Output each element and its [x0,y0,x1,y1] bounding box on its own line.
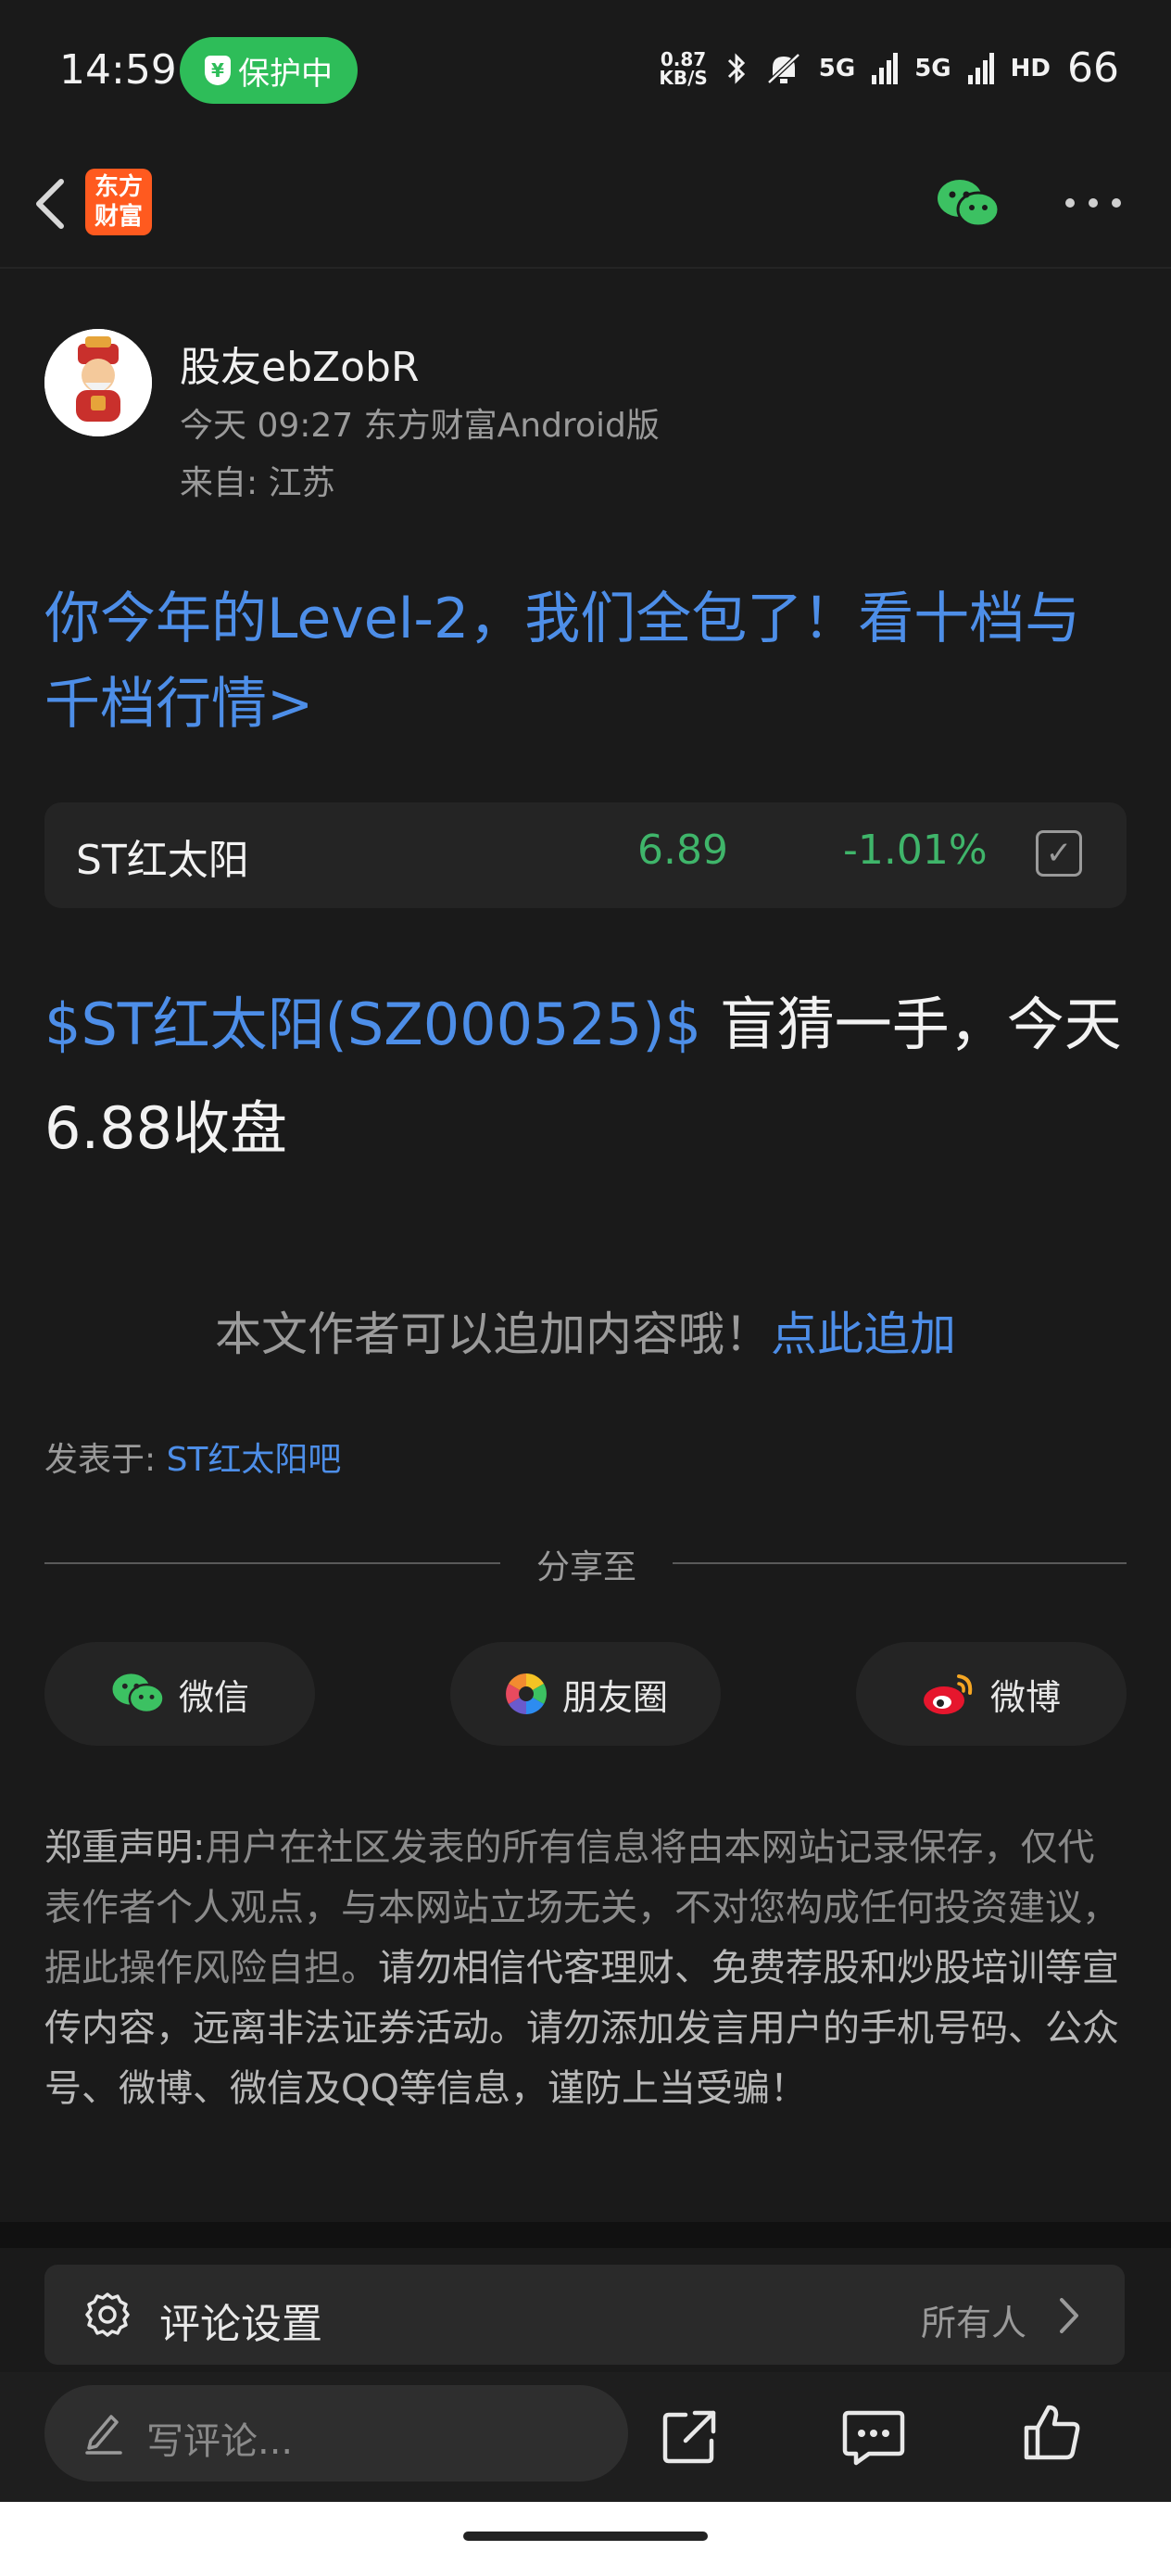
share-divider-right [673,1562,1127,1564]
post-location: 来自: 江苏 [180,464,335,502]
stock-change: -1.01% [843,827,988,874]
gear-icon [85,2292,130,2337]
net-speed-value: 0.87 [660,47,707,70]
net-speed: 0.87 KB/S [659,50,707,87]
share-wechat-label: 微信 [178,1676,249,1718]
chevron-right-icon [1060,2298,1078,2333]
share-weibo-button[interactable]: 微博 [856,1642,1127,1746]
post-meta: 今天 09:27 东方财富Android版 [180,407,660,445]
more-icon[interactable] [1065,198,1121,209]
mute-icon [767,52,800,84]
comment-settings-value: 所有人 [921,2303,1027,2343]
post-stock-link[interactable]: $ST红太阳(SZ000525)$ [44,991,701,1058]
signal-5g-2: 5G [914,54,951,82]
author-name[interactable]: 股友ebZobR [180,334,420,393]
avatar-illustration-icon [44,329,152,436]
app-logo[interactable]: 东方 财富 [85,169,152,235]
posted-in-label: 发表于: [44,1441,167,1479]
signal-icon-2 [967,52,994,84]
append-link[interactable]: 点此追加 [771,1307,956,1361]
posted-in-bar-link[interactable]: ST红太阳吧 [167,1441,342,1479]
share-divider-left [44,1562,500,1564]
level2-promo-link[interactable]: 你今年的Level-2，我们全包了！看十档与千档行情> [44,576,1128,747]
battery-level: 66 [1067,44,1119,92]
share-moments-button[interactable]: 朋友圈 [450,1642,721,1746]
back-icon[interactable] [28,176,74,232]
net-speed-unit: KB/S [659,66,708,89]
wechat-icon[interactable] [936,176,1001,232]
bluetooth-icon [727,52,745,84]
disclaimer-title: 郑重声明: [44,1826,206,1869]
moments-icon [506,1673,547,1714]
thumbs-up-icon[interactable] [1021,2402,1082,2463]
status-time: 14:59 [59,46,177,94]
logo-line1: 东方 [94,173,143,201]
header-divider [0,267,1171,269]
post-body: $ST红太阳(SZ000525)$ 盲猜一手，今天6.88收盘 [44,973,1128,1181]
hd-indicator: HD [1010,54,1051,82]
share-wechat-button[interactable]: 微信 [44,1642,315,1746]
comment-input[interactable] [44,2385,628,2481]
protect-label: 保护中 [238,55,333,93]
signal-icon [872,52,899,84]
protect-badge[interactable]: ¥ 保护中 [180,37,358,104]
add-watchlist-checkbox-icon[interactable]: ✓ [1036,830,1082,877]
section-divider [0,2222,1171,2248]
share-title: 分享至 [535,1548,636,1586]
share-moments-label: 朋友圈 [561,1676,668,1718]
pen-icon [85,2415,122,2455]
disclaimer: 郑重声明:用户在社区发表的所有信息将由本网站记录保存，仅代表作者个人观点，与本网… [44,1818,1128,2119]
logo-line2: 财富 [94,203,143,231]
stock-price: 6.89 [637,827,728,874]
append-prompt: 本文作者可以追加内容哦！点此追加 [0,1297,1171,1364]
share-weibo-label: 微博 [989,1676,1061,1718]
wechat-share-icon [112,1673,165,1714]
append-text: 本文作者可以追加内容哦！ [215,1307,771,1361]
status-icons: 0.87 KB/S 5G 5G HD 66 [659,44,1119,92]
shield-icon: ¥ [205,56,231,85]
stock-name: ST红太阳 [76,837,249,884]
comment-settings-label: 评论设置 [159,2301,322,2348]
home-indicator[interactable] [463,2532,708,2541]
comment-placeholder: 写评论... [146,2420,294,2463]
avatar[interactable] [44,329,152,436]
weibo-icon [923,1674,973,1714]
share-icon[interactable] [660,2407,719,2467]
posted-in: 发表于: ST红太阳吧 [44,1433,341,1481]
signal-5g-1: 5G [818,54,856,82]
comment-icon[interactable] [841,2407,906,2467]
